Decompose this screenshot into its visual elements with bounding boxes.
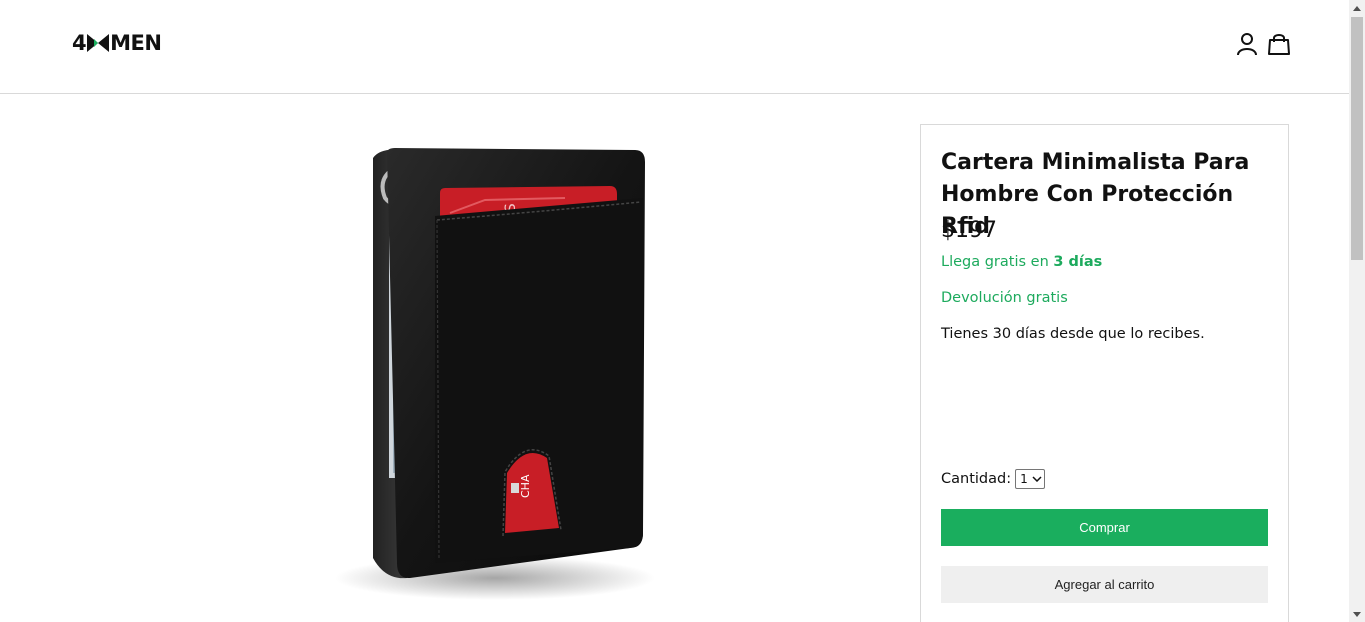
product-price: $197 — [941, 218, 997, 243]
user-icon — [1237, 33, 1257, 56]
logo-text-left: 4 — [72, 31, 87, 55]
scroll-thumb[interactable] — [1351, 17, 1363, 260]
account-button[interactable] — [1236, 31, 1258, 57]
header-actions — [1236, 31, 1290, 57]
wallet-illustration: DS A CHA — [335, 148, 655, 600]
quantity-value: 1 — [1020, 472, 1028, 486]
triangle-down-icon — [1353, 611, 1361, 617]
triangle-up-icon — [1353, 5, 1361, 11]
product-image: DS A CHA — [325, 138, 655, 608]
quantity-row: Cantidad: 1 — [941, 469, 1045, 489]
site-header: 4 MEN — [0, 0, 1349, 94]
returns-note: Tienes 30 días desde que lo recibes. — [941, 326, 1205, 342]
logo-text-right: MEN — [110, 31, 162, 55]
shipping-days: 3 días — [1053, 254, 1103, 270]
returns-title: Devolución gratis — [941, 290, 1068, 306]
svg-text:CHA: CHA — [519, 474, 532, 498]
buy-button[interactable]: Comprar — [941, 509, 1268, 546]
scroll-down-button[interactable] — [1349, 606, 1365, 622]
chevron-down-icon — [1032, 476, 1042, 482]
cart-button[interactable] — [1268, 31, 1290, 57]
page-scrollbar[interactable] — [1349, 0, 1365, 622]
shipping-info: Llega gratis en 3 días — [941, 254, 1102, 270]
product-details-panel: Cartera Minimalista Para Hombre Con Prot… — [920, 124, 1289, 622]
quantity-select[interactable]: 1 — [1015, 469, 1045, 489]
scroll-up-button[interactable] — [1349, 0, 1365, 16]
shopping-bag-icon — [1268, 34, 1290, 55]
logo-mark-icon — [87, 34, 110, 52]
quantity-label: Cantidad: — [941, 471, 1012, 487]
brand-logo[interactable]: 4 MEN — [72, 30, 162, 56]
shipping-prefix: Llega gratis en — [941, 254, 1054, 270]
add-to-cart-button[interactable]: Agregar al carrito — [941, 566, 1268, 603]
